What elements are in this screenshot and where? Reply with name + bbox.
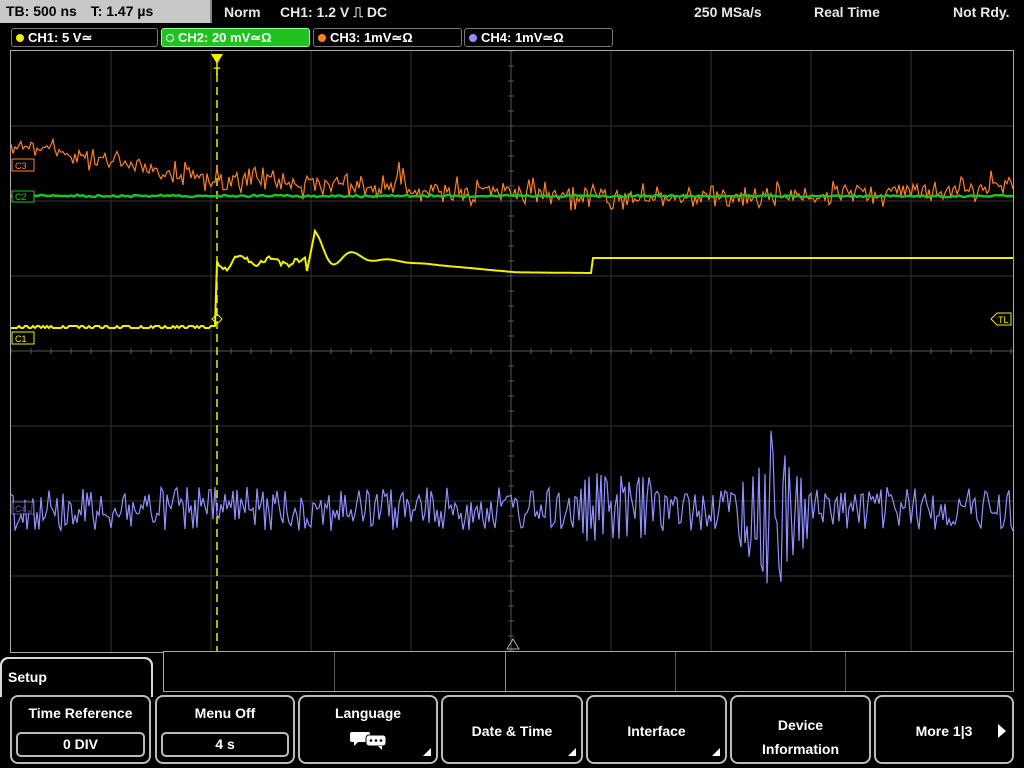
ch3-marker-label: C3	[15, 161, 27, 171]
ch3-dot-icon	[318, 34, 326, 42]
device-information-softkey[interactable]: Device Information	[730, 695, 871, 764]
softkey-label: Interface	[627, 723, 686, 739]
date-time-softkey[interactable]: Date & Time	[441, 695, 583, 764]
channel-tab-ch4[interactable]: CH4: 1mV≃Ω	[464, 28, 613, 47]
ch4-marker-label: C4	[15, 504, 27, 514]
softkey-label: More 1|3	[915, 723, 973, 739]
sample-rate: 250 MSa/s	[694, 4, 762, 20]
softkey-label: Date & Time	[471, 723, 553, 739]
time-reference-softkey[interactable]: Time Reference 0 DIV	[10, 695, 151, 764]
trigger-setting: CH1: 1.2 V ⎍ DC	[280, 4, 388, 20]
graticule	[11, 51, 1013, 652]
menu-title: Setup	[8, 669, 47, 685]
strip-divider	[334, 652, 335, 691]
softkey-label: Language	[334, 705, 402, 721]
trigger-level-label: TL	[998, 315, 1009, 325]
ch2-dot-icon	[166, 34, 174, 42]
time-offset-value: T: 1.47 µs	[90, 3, 154, 19]
acquisition-state: Not Rdy.	[953, 4, 1010, 20]
channel-label: CH4: 1mV≃Ω	[481, 30, 564, 45]
channel-label: CH2: 20 mV≃Ω	[178, 30, 272, 45]
strip-divider	[675, 652, 676, 691]
menu-off-softkey[interactable]: Menu Off 4 s	[155, 695, 295, 764]
menu-off-value[interactable]: 4 s	[161, 732, 289, 757]
ch4-offset-marker[interactable]: C4	[11, 501, 35, 515]
softkey-label: Device Information	[762, 717, 839, 757]
speech-bubbles-icon	[350, 732, 387, 750]
submenu-corner-icon	[712, 748, 720, 756]
ch3-waveform	[11, 137, 1013, 211]
waveform-canvas: T C3 C2 C1 C4 TL	[11, 51, 1013, 652]
trigger-marker-label: T	[214, 66, 221, 78]
menu-info-strip	[163, 651, 1014, 692]
ch2-waveform	[11, 192, 1013, 200]
strip-divider	[505, 652, 506, 691]
ch2-offset-marker[interactable]: C2	[11, 190, 35, 203]
ch1-dot-icon	[16, 34, 24, 42]
more-softkey[interactable]: More 1|3	[874, 695, 1014, 764]
ch1-marker-label: C1	[15, 334, 27, 344]
strip-divider	[845, 652, 846, 691]
horizontal-center-icon	[506, 638, 520, 650]
ch2-marker-label: C2	[15, 192, 27, 202]
softkey-label: Menu Off	[194, 705, 256, 721]
language-softkey[interactable]: Language	[298, 695, 438, 764]
timebase-box[interactable]: TB: 500 ns T: 1.47 µs	[0, 0, 212, 23]
channel-label: CH3: 1mV≃Ω	[330, 30, 413, 45]
channel-tab-ch1[interactable]: CH1: 5 V≃	[11, 28, 158, 47]
ch4-dot-icon	[469, 34, 477, 42]
submenu-corner-icon	[568, 748, 576, 756]
waveform-display[interactable]: T C3 C2 C1 C4 TL	[10, 50, 1014, 653]
softkey-label: Time Reference	[28, 705, 133, 721]
trigger-level-marker[interactable]: TL	[990, 312, 1012, 326]
submenu-corner-icon	[423, 748, 431, 756]
time-reference-value[interactable]: 0 DIV	[16, 732, 145, 757]
channel-label: CH1: 5 V≃	[28, 30, 93, 45]
trigger-mode: Norm	[224, 4, 261, 20]
status-bar: TB: 500 ns T: 1.47 µs Norm CH1: 1.2 V ⎍ …	[0, 0, 1024, 24]
trigger-marker-icon[interactable]	[211, 54, 223, 64]
channel-tab-ch3[interactable]: CH3: 1mV≃Ω	[313, 28, 462, 47]
acquisition-mode: Real Time	[814, 4, 880, 20]
timebase-value: TB: 500 ns	[6, 3, 77, 19]
ch3-offset-marker[interactable]: C3	[11, 158, 35, 172]
interface-softkey[interactable]: Interface	[586, 695, 727, 764]
ch1-offset-marker[interactable]: C1	[11, 331, 35, 345]
channel-tab-ch2[interactable]: CH2: 20 mV≃Ω	[161, 28, 310, 47]
next-page-arrow-icon	[998, 724, 1006, 738]
